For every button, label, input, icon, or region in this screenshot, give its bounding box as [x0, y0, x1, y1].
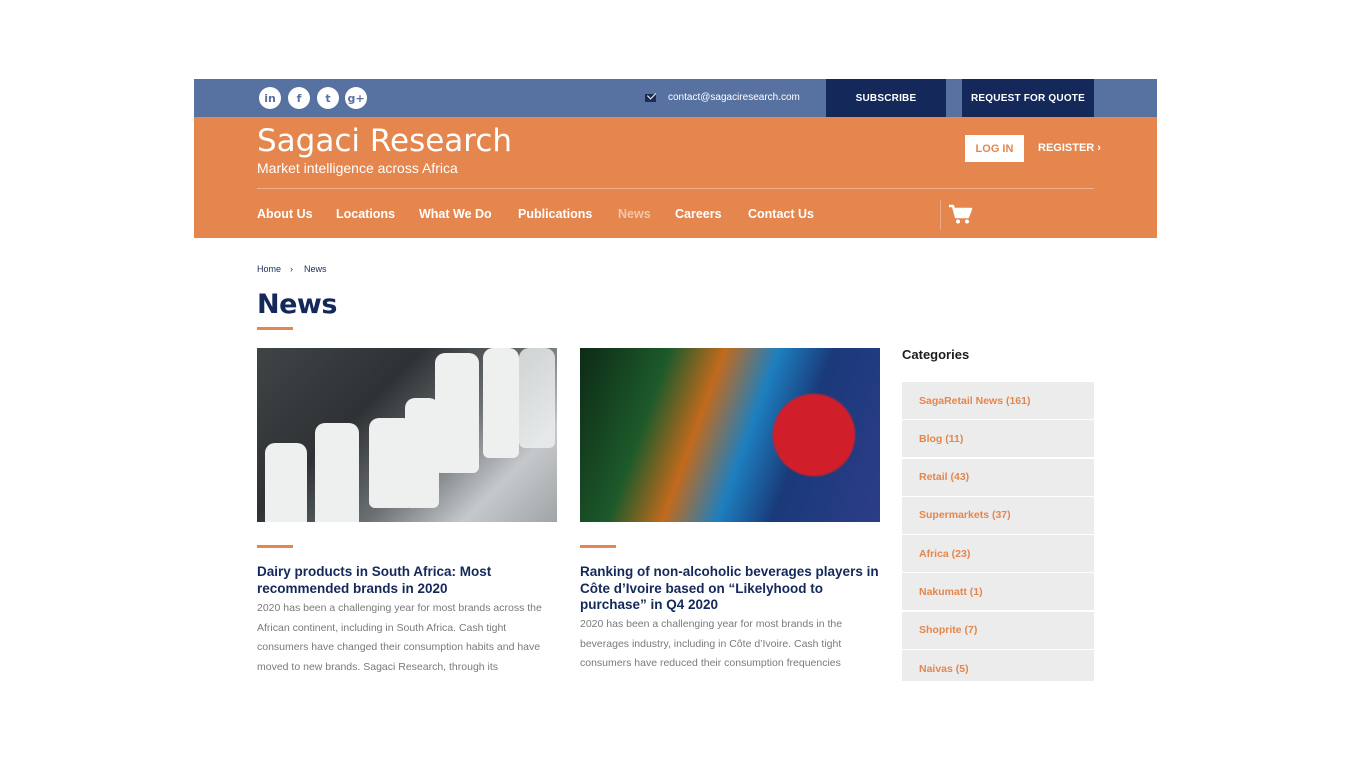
breadcrumb-current: News — [304, 264, 327, 274]
page-title: News — [257, 289, 337, 320]
nav-careers[interactable]: Careers — [675, 207, 722, 221]
category-item[interactable]: Retail (43) — [902, 458, 1094, 496]
envelope-icon — [645, 94, 656, 102]
post-excerpt: 2020 has been a challenging year for mos… — [257, 602, 542, 673]
breadcrumb-home[interactable]: Home — [257, 264, 281, 274]
title-underline — [257, 327, 293, 330]
categories-list: SagaRetail News (161) Blog (11) Retail (… — [902, 382, 1094, 681]
post-thumbnail-dairy[interactable] — [257, 348, 557, 522]
linkedin-icon[interactable]: in — [259, 87, 281, 109]
google-plus-icon[interactable]: g+ — [345, 87, 367, 109]
category-item[interactable]: Supermarkets (37) — [902, 496, 1094, 534]
category-item[interactable]: SagaRetail News (161) — [902, 382, 1094, 419]
brand-logo[interactable]: Sagaci Research — [257, 123, 512, 159]
nav-what-we-do[interactable]: What We Do — [419, 207, 492, 221]
register-link[interactable]: REGISTER › — [1038, 142, 1101, 154]
top-bar: in f t g+ contact@sagaciresearch.com SUB… — [194, 79, 1157, 117]
login-button[interactable]: LOG IN — [965, 135, 1024, 162]
category-item[interactable]: Blog (11) — [902, 420, 1094, 458]
site-frame: in f t g+ contact@sagaciresearch.com SUB… — [194, 79, 1157, 681]
nav-contact-us[interactable]: Contact Us — [748, 207, 814, 221]
categories-heading: Categories — [902, 347, 970, 362]
facebook-icon[interactable]: f — [288, 87, 310, 109]
category-item[interactable]: Nakumatt (1) — [902, 573, 1094, 611]
breadcrumb-separator: › — [290, 264, 293, 274]
post-accent-bar — [580, 545, 616, 548]
category-item[interactable]: Naivas (5) — [902, 650, 1094, 681]
contact-email-link[interactable]: contact@sagaciresearch.com — [668, 92, 800, 103]
brand-tagline: Market intelligence across Africa — [257, 160, 458, 176]
category-item[interactable]: Shoprite (7) — [902, 611, 1094, 649]
nav-publications[interactable]: Publications — [518, 207, 592, 221]
subscribe-button[interactable]: SUBSCRIBE — [826, 79, 946, 117]
post-excerpt: 2020 has been a challenging year for mos… — [580, 618, 843, 669]
request-quote-button[interactable]: REQUEST FOR QUOTE — [962, 79, 1094, 117]
site-header: Sagaci Research Market intelligence acro… — [194, 117, 1157, 238]
header-divider — [257, 188, 1094, 189]
post-thumbnail-beverages[interactable] — [580, 348, 880, 522]
post-title[interactable]: Dairy products in South Africa: Most rec… — [257, 564, 557, 597]
post-title[interactable]: Ranking of non-alcoholic beverages playe… — [580, 564, 880, 614]
shopping-cart-icon[interactable] — [947, 201, 973, 227]
nav-about-us[interactable]: About Us — [257, 207, 313, 221]
category-item[interactable]: Africa (23) — [902, 535, 1094, 573]
nav-news[interactable]: News — [618, 207, 651, 221]
twitter-icon[interactable]: t — [317, 87, 339, 109]
nav-locations[interactable]: Locations — [336, 207, 395, 221]
post-accent-bar — [257, 545, 293, 548]
cart-divider — [940, 200, 941, 230]
